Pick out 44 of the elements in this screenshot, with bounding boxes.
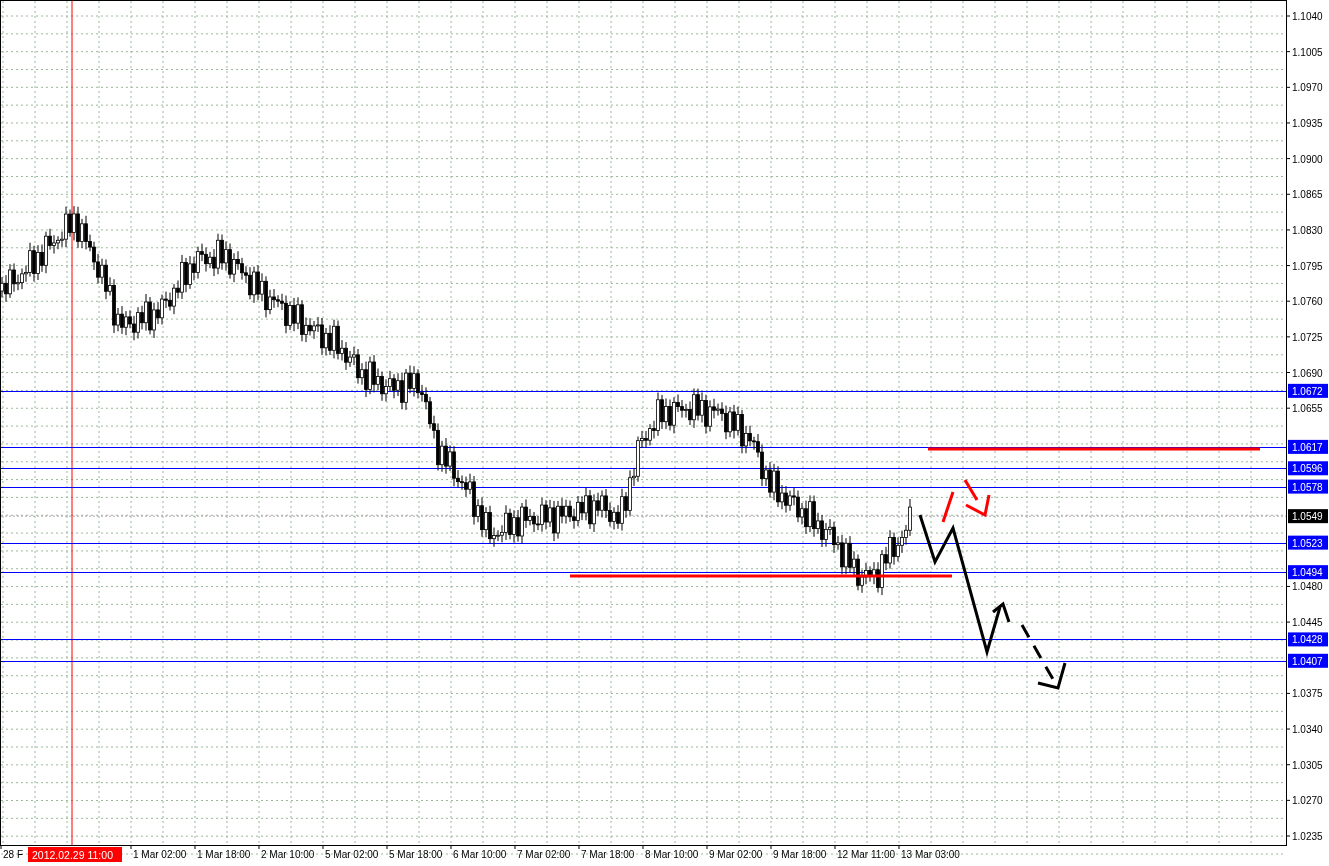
price-label: 1.0270 (1292, 795, 1323, 807)
price-label: 1.0830 (1292, 224, 1323, 236)
time-label: 7 Mar 18:00 (581, 849, 635, 860)
price-label: 1.0690 (1292, 367, 1323, 379)
time-label: 9 Mar 18:00 (773, 849, 827, 860)
price-label: 1.0970 (1292, 82, 1323, 94)
price-label: 1.1005 (1292, 46, 1323, 58)
price-label: 1.0375 (1292, 688, 1323, 700)
price-label: 1.0445 (1292, 617, 1323, 629)
price-label: 1.0655 (1292, 403, 1323, 415)
price-label: 1.0900 (1292, 153, 1323, 165)
time-label: 7 Mar 02:00 (517, 849, 571, 860)
level-price-tag: 1.0407 (1288, 653, 1328, 668)
time-label: 1 Mar 02:00 (133, 849, 187, 860)
cursor-time-tag: 2012.02.29 11:00 (28, 847, 122, 862)
time-label: 5 Mar 02:00 (325, 849, 379, 860)
level-price-tag: 1.0428 (1288, 632, 1328, 647)
price-label: 1.0725 (1292, 331, 1323, 343)
current-price-tag: 1.0549 (1288, 509, 1328, 524)
price-label: 1.0305 (1292, 759, 1323, 771)
time-label: 6 Mar 10:00 (453, 849, 507, 860)
price-label: 1.0480 (1292, 581, 1323, 593)
forecast-arrow (1020, 624, 1067, 690)
time-label: 2 Mar 10:00 (261, 849, 315, 860)
price-label: 1.0340 (1292, 724, 1323, 736)
level-price-tag: 1.0578 (1288, 479, 1328, 494)
time-label: 5 Mar 18:00 (389, 849, 443, 860)
time-label: 13 Mar 03:00 (901, 849, 960, 860)
time-label: 9 Mar 02:00 (709, 849, 763, 860)
price-label: 1.0795 (1292, 260, 1323, 272)
level-price-tag: 1.0672 (1288, 383, 1328, 398)
price-label: 1.1040 (1292, 11, 1323, 22)
level-price-tag: 1.0596 (1288, 461, 1328, 476)
time-label: 12 Mar 11:00 (837, 849, 896, 860)
price-label: 1.0935 (1292, 117, 1323, 129)
time-label: 28 F (3, 849, 23, 860)
price-label: 1.0865 (1292, 189, 1323, 201)
time-label: 8 Mar 10:00 (645, 849, 699, 860)
level-price-tag: 1.0494 (1288, 565, 1328, 580)
time-label: 1 Mar 18:00 (197, 849, 251, 860)
price-label: 1.0235 (1292, 831, 1323, 842)
level-price-tag: 1.0523 (1288, 535, 1328, 550)
price-label: 1.0760 (1292, 296, 1323, 308)
level-price-tag: 1.0617 (1288, 439, 1328, 454)
